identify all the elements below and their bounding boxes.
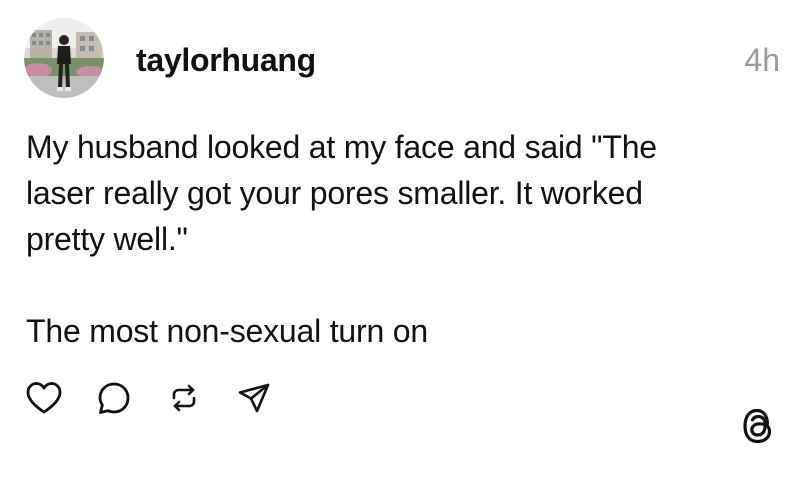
username[interactable]: taylorhuang bbox=[136, 40, 316, 80]
heart-icon bbox=[26, 382, 62, 414]
reply-button[interactable] bbox=[94, 378, 134, 418]
comment-icon bbox=[98, 382, 130, 414]
post-actions bbox=[24, 378, 304, 418]
post-text-line: My husband looked at my face and said "T… bbox=[26, 129, 657, 165]
threads-logo-icon bbox=[738, 404, 778, 448]
repost-icon bbox=[172, 384, 196, 412]
avatar-photo bbox=[24, 18, 104, 98]
post-text-line: pretty well." bbox=[26, 221, 188, 257]
post-body: My husband looked at my face and said "T… bbox=[26, 124, 746, 354]
post-card: taylorhuang 4h My husband looked at my f… bbox=[0, 0, 808, 478]
share-button[interactable] bbox=[234, 378, 274, 418]
send-icon bbox=[238, 383, 270, 413]
avatar[interactable] bbox=[24, 18, 104, 98]
post-text-line: The most non-sexual turn on bbox=[26, 313, 428, 349]
post-text-line: laser really got your pores smaller. It … bbox=[26, 175, 643, 211]
post-timestamp: 4h bbox=[744, 42, 780, 78]
like-button[interactable] bbox=[24, 378, 64, 418]
repost-button[interactable] bbox=[164, 378, 204, 418]
